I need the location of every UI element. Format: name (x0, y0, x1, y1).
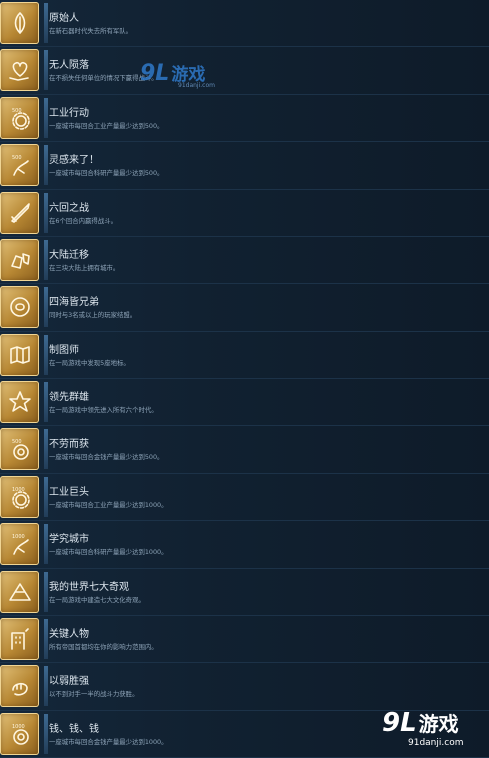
achievement-accent-bar (44, 429, 48, 470)
achievement-description: 在一局游戏中领先进入所有六个时代。 (49, 406, 158, 414)
achievement-row[interactable]: 制图师在一局游戏中发现5座地标。 (0, 331, 489, 379)
building-icon (0, 617, 39, 660)
watermark-logo: 9L (382, 708, 417, 738)
watermark-top: 9L 游戏 91danji.com (140, 60, 215, 89)
achievement-title: 学究城市 (49, 534, 89, 546)
coin-500-icon: 500 (0, 428, 39, 471)
achievement-row[interactable]: 1000 工业巨头一座城市每回合工业产量最少达到1000。 (0, 473, 489, 522)
achievement-title: 以弱胜强 (49, 676, 89, 688)
achievement-title: 原始人 (49, 13, 79, 24)
achievement-title: 领先群雄 (49, 392, 89, 403)
achievement-description: 以不到对手一半的战斗力获胜。 (49, 690, 139, 699)
achievement-row[interactable]: 大陆迁移在三块大陆上拥有城市。 (0, 236, 489, 285)
achievement-description: 同时与3名或以上的玩家结盟。 (49, 311, 137, 320)
achievement-title: 灵感来了！ (49, 155, 99, 167)
achievement-title: 工业巨头 (49, 486, 89, 498)
star-icon (0, 381, 39, 423)
achievement-accent-bar (44, 287, 48, 328)
watermark-bottom: 9L 游戏 91danji.com (382, 708, 463, 748)
fist-icon (0, 665, 39, 708)
achievement-description: 在三块大陆上拥有城市。 (49, 263, 120, 272)
coin-1000-icon: 1000 (0, 712, 39, 755)
achievement-description: 在一局游戏中发现5座地标。 (49, 358, 130, 367)
achievement-description: 一座城市每回合工业产量最少达到500。 (49, 121, 164, 130)
achievement-row[interactable]: 无人陨落 在不损失任何单位的情况下赢得战斗。 (0, 47, 489, 95)
achievement-title: 大陆迁移 (49, 249, 89, 261)
achievement-title: 无人陨落 (49, 60, 89, 72)
achievement-row[interactable]: 关键人物所有帝国首都均在你的影响力范围内。 (0, 615, 489, 664)
achievement-description: 一座城市每回合工业产量最少达到1000。 (49, 500, 168, 509)
achievement-accent-bar (44, 382, 48, 422)
sword-icon (0, 191, 39, 234)
pyramid-icon (0, 570, 39, 613)
achievement-accent-bar (44, 618, 48, 659)
achievement-accent-bar (44, 666, 48, 707)
achievement-accent-bar (44, 713, 48, 754)
achievement-title: 制图师 (49, 344, 79, 356)
achievement-description: 所有帝国首都均在你的影响力范围内。 (49, 642, 158, 651)
achievement-title: 四海皆兄弟 (49, 297, 99, 309)
achievement-accent-bar (44, 524, 48, 565)
achievement-description: 在新石器时代失去所有军队。 (49, 27, 133, 35)
achievement-accent-bar (44, 50, 48, 91)
alliance-icon (0, 286, 39, 329)
achievement-row[interactable]: 1000 学究城市一座城市每回合科研产量最少达到1000。 (0, 521, 489, 569)
achievement-accent-bar (44, 334, 48, 375)
achievement-description: 一座城市每回合科研产量最少达到500。 (49, 169, 164, 178)
achievement-row[interactable]: 原始人在新石器时代失去所有军队。 (0, 0, 489, 48)
svg-text:500: 500 (12, 155, 22, 161)
heart-hand-icon (0, 49, 39, 92)
achievement-accent-bar (44, 476, 48, 517)
svg-text:500: 500 (12, 439, 22, 445)
gear-1000-icon: 1000 (0, 475, 39, 518)
achievement-title: 关键人物 (49, 628, 89, 640)
science-1000-icon: 1000 (0, 523, 39, 566)
achievement-title: 六回之战 (49, 202, 89, 214)
watermark-text: 游戏 (418, 712, 459, 736)
achievement-description: 一座城市每回合科研产量最少达到1000。 (49, 548, 168, 557)
achievement-accent-bar (44, 192, 48, 233)
map-icon (0, 333, 39, 376)
continents-icon (0, 238, 39, 281)
achievement-title: 工业行动 (49, 107, 89, 119)
achievement-accent-bar (44, 3, 48, 43)
science-500-icon: 500 (0, 144, 39, 187)
achievement-row[interactable]: 六回之战在6个回合内赢得战斗。 (0, 189, 489, 237)
achievement-list: 原始人 在新石器时代失去所有军队。 无人陨落 在不损失任何单位的情况下赢得战斗。 500… (0, 0, 489, 758)
achievement-row[interactable]: 500 不劳而获一座城市每回合金钱产量最少达到500。 (0, 426, 489, 474)
achievement-row[interactable]: 我的世界七大奇观在一局游戏中建造七大文化奇观。 (0, 568, 489, 616)
achievement-row[interactable]: 四海皆兄弟同时与3名或以上的玩家结盟。 (0, 284, 489, 332)
achievement-row[interactable]: 500 灵感来了！ 一座城市每回合科研产量最少达到500。 (0, 142, 489, 190)
achievement-accent-bar (44, 239, 48, 280)
svg-text:1000: 1000 (12, 724, 25, 730)
achievement-title: 不劳而获 (49, 439, 89, 451)
achievement-title: 我的世界七大奇观 (49, 581, 129, 593)
watermark-url: 91danji.com (178, 82, 215, 89)
achievement-description: 在6个回合内赢得战斗。 (49, 216, 117, 225)
svg-text:1000: 1000 (12, 534, 25, 540)
watermark-url: 91danji.com (408, 738, 464, 748)
achievement-title: 钱、钱、钱 (49, 723, 99, 735)
achievement-description: 一座城市每回合金钱产量最少达到1000。 (49, 737, 168, 746)
achievement-row[interactable]: 领先群雄在一局游戏中领先进入所有六个时代。 (0, 379, 489, 427)
gear-500-icon: 500 (0, 96, 39, 139)
achievement-description: 在一局游戏中建造七大文化奇观。 (49, 595, 145, 604)
watermark-logo: 9L (140, 61, 170, 86)
achievement-accent-bar (44, 145, 48, 186)
achievement-accent-bar (44, 97, 48, 138)
achievement-description: 一座城市每回合金钱产量最少达到500。 (49, 453, 164, 462)
achievement-row[interactable]: 以弱胜强以不到对手一半的战斗力获胜。 (0, 663, 489, 711)
achievement-accent-bar (44, 571, 48, 612)
achievement-row[interactable]: 500 工业行动一座城市每回合工业产量最少达到500。 (0, 94, 489, 143)
shell-icon (0, 2, 39, 44)
